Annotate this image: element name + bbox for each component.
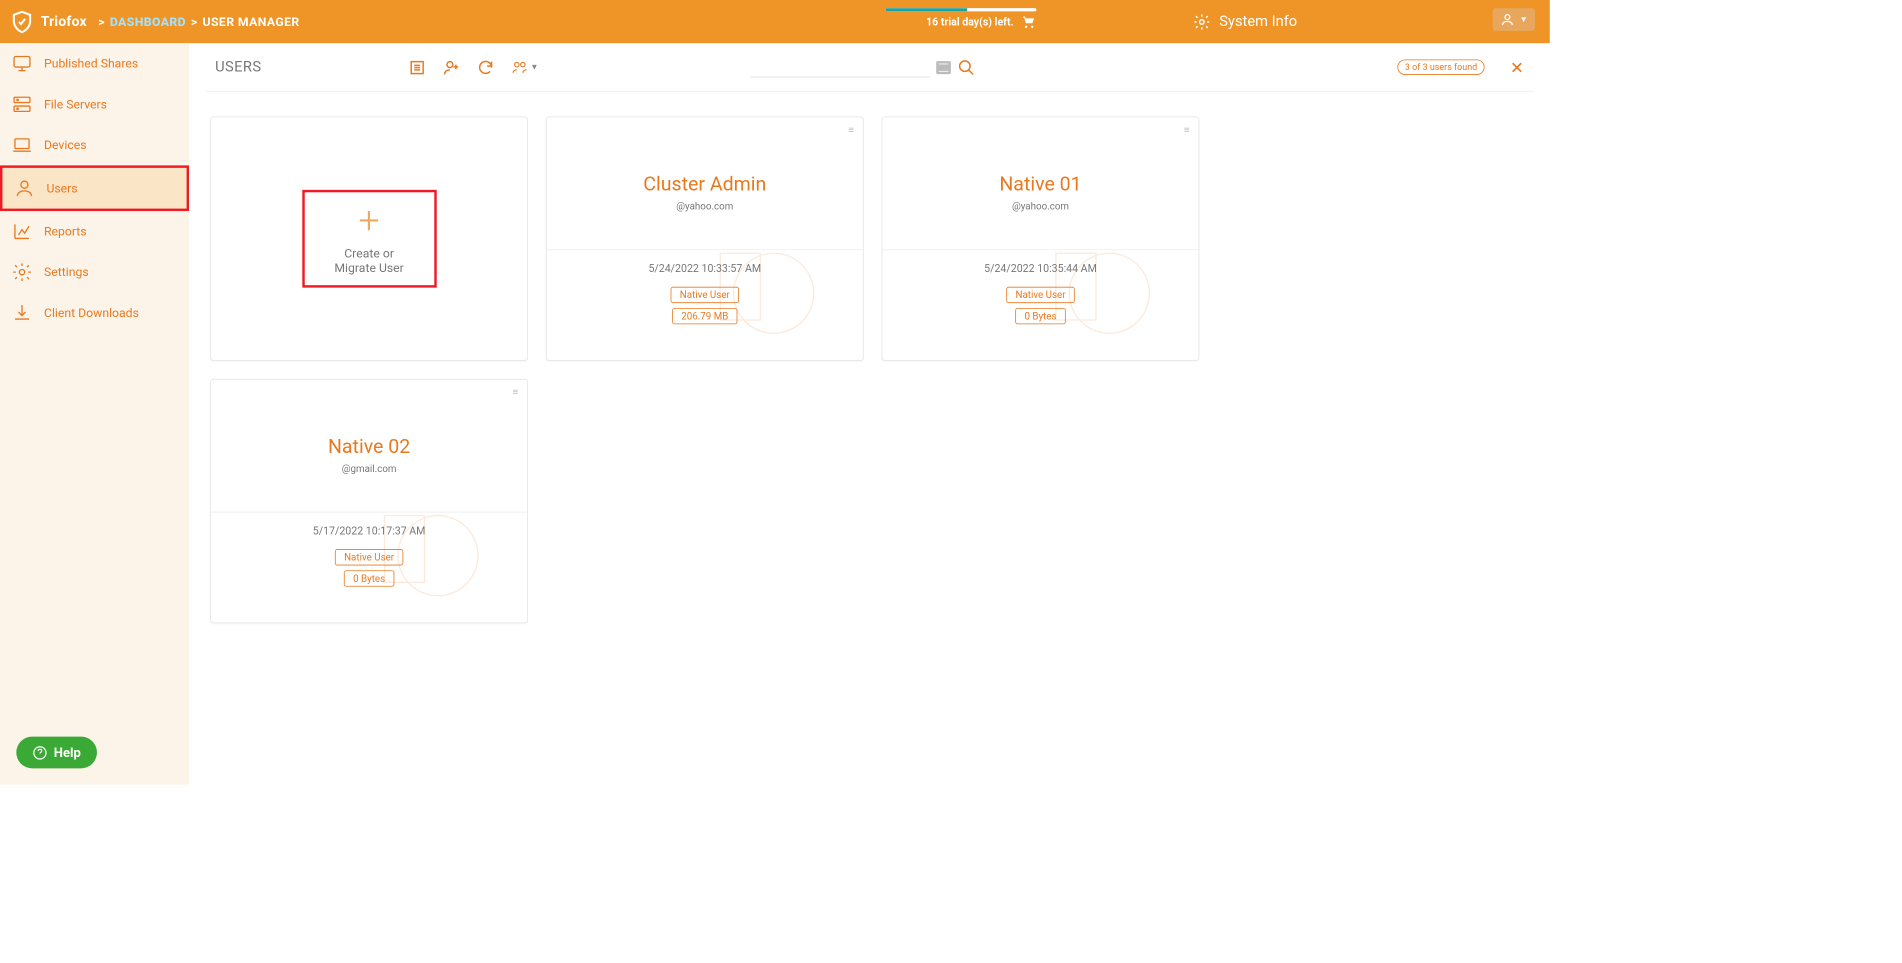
sidebar-item-label: File Servers (44, 97, 107, 112)
laptop-icon (11, 134, 32, 155)
gear-icon (11, 262, 32, 283)
sidebar-item-file-servers[interactable]: File Servers (0, 84, 189, 125)
create-user-card[interactable]: + Create or Migrate User (210, 117, 528, 361)
breadcrumb-current: USER MANAGER (203, 14, 300, 29)
system-info-button[interactable]: System Info (1193, 13, 1297, 31)
sidebar-item-published-shares[interactable]: Published Shares (0, 43, 189, 84)
trial-row: 16 trial day(s) left. (926, 15, 1036, 30)
user-datetime: 5/17/2022 10:17:37 AM (211, 526, 527, 538)
breadcrumb-sep: > (98, 14, 105, 29)
user-datetime: 5/24/2022 10:33:57 AM (547, 263, 863, 275)
create-user-highlight: + Create or Migrate User (302, 190, 436, 288)
sync-icon[interactable] (477, 58, 495, 76)
card-menu-icon[interactable]: ≡ (848, 124, 855, 135)
add-user-icon[interactable] (442, 58, 460, 76)
chart-icon (11, 221, 32, 242)
toolbar: ▼ (408, 58, 538, 76)
sidebar-item-devices[interactable]: Devices (0, 125, 189, 166)
help-button[interactable]: Help (16, 737, 97, 769)
user-storage-badge: 206.79 MB (672, 308, 737, 324)
logo-area: Triofox > DASHBOARD > USER MANAGER (0, 9, 300, 33)
user-type-badge: Native User (671, 287, 739, 303)
trial-progress-bar (886, 8, 1037, 11)
sidebar-item-label: Devices (44, 138, 87, 153)
sidebar-item-client-downloads[interactable]: Client Downloads (0, 293, 189, 334)
sidebar-item-label: Reports (44, 224, 87, 239)
user-name: Cluster Admin (547, 173, 863, 196)
user-card[interactable]: ≡ Native 01 @yahoo.com 5/24/2022 10:35:4… (882, 117, 1200, 361)
content-header: USERS ▼ 3 of 3 users found ✕ (205, 43, 1533, 92)
content-area: USERS ▼ 3 of 3 users found ✕ (189, 43, 1550, 784)
user-type-badge: Native User (1007, 287, 1075, 303)
keyboard-icon[interactable] (936, 61, 951, 74)
create-user-label: Create or Migrate User (329, 246, 410, 275)
trial-progress-fill (886, 8, 967, 11)
user-menu-button[interactable]: ▼ (1493, 8, 1535, 31)
badges: Native User 0 Bytes (882, 287, 1198, 324)
sidebar-item-label: Settings (44, 265, 89, 280)
trial-progress-area: 16 trial day(s) left. (886, 8, 1037, 29)
badges: Native User 206.79 MB (547, 287, 863, 324)
help-icon (33, 745, 48, 760)
trial-days-label: 16 trial day(s) left. (926, 16, 1014, 28)
breadcrumb-dashboard[interactable]: DASHBOARD (110, 14, 186, 29)
divider (547, 249, 863, 250)
server-icon (11, 94, 32, 115)
help-label: Help (54, 745, 81, 760)
page-title: USERS (215, 59, 261, 76)
sidebar-item-reports[interactable]: Reports (0, 211, 189, 252)
user-card[interactable]: ≡ Cluster Admin @yahoo.com 5/24/2022 10:… (546, 117, 864, 361)
user-email: @yahoo.com (882, 200, 1198, 211)
sidebar-item-label: Published Shares (44, 56, 138, 71)
cards-grid: + Create or Migrate User ≡ Cluster Admin… (205, 92, 1533, 648)
group-icon (511, 58, 529, 76)
divider (882, 249, 1198, 250)
user-name: Native 02 (211, 435, 527, 458)
cart-icon[interactable] (1022, 15, 1037, 30)
user-datetime: 5/24/2022 10:35:44 AM (882, 263, 1198, 275)
download-icon (11, 302, 32, 323)
user-storage-badge: 0 Bytes (344, 570, 394, 586)
close-icon[interactable]: ✕ (1510, 57, 1524, 77)
top-header: Triofox > DASHBOARD > USER MANAGER 16 tr… (0, 0, 1550, 43)
user-icon (1500, 12, 1515, 27)
sidebar-item-users[interactable]: Users (0, 165, 189, 211)
list-view-icon[interactable] (408, 58, 426, 76)
card-menu-icon[interactable]: ≡ (512, 386, 519, 397)
caret-down-icon: ▼ (1520, 15, 1528, 24)
card-menu-icon[interactable]: ≡ (1184, 124, 1191, 135)
sidebar-item-label: Users (46, 181, 77, 196)
sidebar: Published Shares File Servers Devices Us… (0, 43, 189, 784)
main-layout: Published Shares File Servers Devices Us… (0, 43, 1550, 784)
badges: Native User 0 Bytes (211, 549, 527, 586)
user-count-pill: 3 of 3 users found (1398, 59, 1485, 74)
sidebar-item-settings[interactable]: Settings (0, 252, 189, 293)
search-icon[interactable] (957, 58, 975, 76)
share-icon (11, 53, 32, 74)
breadcrumb-sep: > (191, 14, 198, 29)
user-card[interactable]: ≡ Native 02 @gmail.com 5/17/2022 10:17:3… (210, 379, 528, 623)
caret-down-icon: ▼ (530, 63, 538, 72)
brand-name[interactable]: Triofox (41, 13, 87, 29)
sidebar-item-label: Client Downloads (44, 306, 139, 321)
breadcrumb: > DASHBOARD > USER MANAGER (98, 14, 299, 29)
search-input[interactable] (750, 57, 929, 77)
search-area (750, 57, 975, 77)
divider (211, 512, 527, 513)
group-dropdown[interactable]: ▼ (511, 58, 539, 76)
gear-icon (1193, 13, 1211, 31)
shield-icon (10, 9, 34, 33)
user-name: Native 01 (882, 173, 1198, 196)
system-info-label: System Info (1219, 13, 1297, 30)
user-email: @yahoo.com (547, 200, 863, 211)
user-icon (14, 178, 35, 199)
user-email: @gmail.com (211, 463, 527, 474)
user-type-badge: Native User (335, 549, 403, 565)
user-storage-badge: 0 Bytes (1015, 308, 1065, 324)
plus-icon: + (359, 202, 380, 239)
